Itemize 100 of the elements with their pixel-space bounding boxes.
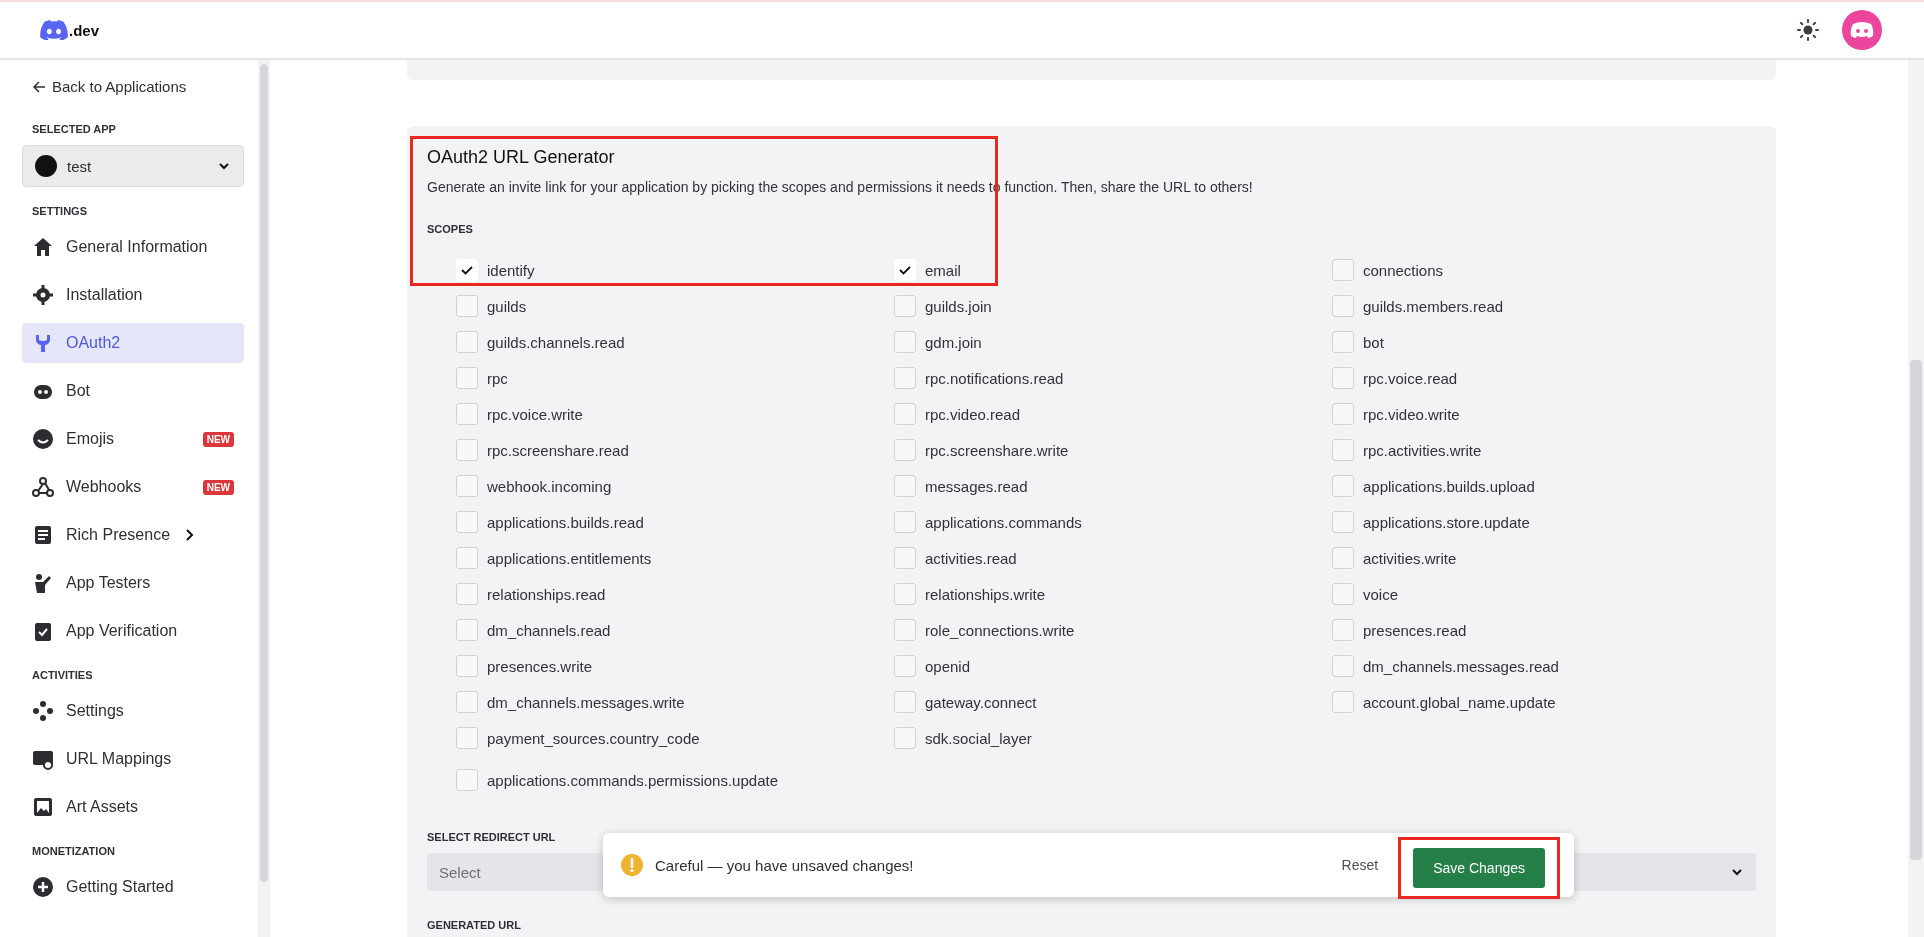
checkbox[interactable] (894, 439, 916, 461)
checkbox-label: rpc (487, 369, 508, 387)
checkbox[interactable] (894, 655, 916, 677)
checkbox[interactable] (456, 295, 478, 317)
checkbox[interactable] (456, 475, 478, 497)
checkbox-label: payment_sources.country_code (487, 729, 700, 747)
checkbox[interactable] (1332, 619, 1354, 641)
checkbox-label: applications.commands.permissions.update (487, 771, 778, 789)
nav-item[interactable]: Rich Presence (22, 515, 244, 555)
checkbox[interactable] (894, 691, 916, 713)
checkbox[interactable] (1332, 403, 1354, 425)
checkbox-label: dm_channels.messages.read (1363, 657, 1559, 675)
checkbox-label: activities.read (925, 549, 1017, 567)
gamepad-icon (32, 700, 54, 722)
nav-item[interactable]: App Testers (22, 563, 244, 603)
nav-item[interactable]: Settings (22, 691, 244, 731)
checkbox-label: bot (1363, 333, 1384, 351)
nav-item[interactable]: URL Mappings (22, 739, 244, 779)
checkbox-label: role_connections.write (925, 621, 1075, 639)
checkbox[interactable] (456, 367, 478, 389)
nav-item[interactable]: Webhooks NEW (22, 467, 244, 507)
checkbox-label: presences.write (487, 657, 593, 675)
checkbox[interactable] (894, 619, 916, 641)
scrollbar-thumb[interactable] (260, 64, 268, 882)
checkbox[interactable] (894, 403, 916, 425)
checkbox-label: dm_channels.read (487, 621, 611, 639)
checkbox[interactable] (456, 403, 478, 425)
checkbox[interactable] (894, 727, 916, 749)
reset-link[interactable]: Reset (1341, 857, 1379, 873)
nav-item[interactable]: Getting Started (22, 867, 244, 907)
nav-item[interactable]: App Verification (22, 611, 244, 651)
checkbox[interactable] (456, 583, 478, 605)
checkbox[interactable] (456, 331, 478, 353)
checkbox[interactable] (894, 547, 916, 569)
checkbox-label: identify (487, 261, 535, 279)
checkbox[interactable] (1332, 439, 1354, 461)
checkbox[interactable] (1332, 583, 1354, 605)
nav-item[interactable]: OAuth2 (22, 323, 244, 363)
nav-item[interactable]: General Information (22, 227, 244, 267)
checkbox[interactable] (894, 511, 916, 533)
warning-message: Careful — you have unsaved changes! (655, 856, 915, 874)
section-label: MONETIZATION (32, 845, 116, 857)
checkbox[interactable] (456, 439, 478, 461)
checkbox-label: applications.entitlements (487, 549, 652, 567)
checkbox[interactable] (456, 619, 478, 641)
logo[interactable]: .dev (40, 20, 99, 40)
checkbox[interactable] (456, 727, 478, 749)
avatar-icon[interactable] (1842, 10, 1882, 50)
checkbox[interactable] (456, 547, 478, 569)
checkbox[interactable] (1332, 691, 1354, 713)
section-title: OAuth2 URL Generator (427, 147, 616, 168)
nav-item[interactable]: Art Assets (22, 787, 244, 827)
checkbox[interactable] (1332, 259, 1354, 281)
checkbox-label: rpc.screenshare.write (925, 441, 1069, 459)
nav-item[interactable]: Bot (22, 371, 244, 411)
checkbox[interactable] (1332, 547, 1354, 569)
checkbox-label: applications.builds.read (487, 513, 644, 531)
checkbox[interactable] (1332, 475, 1354, 497)
checkbox-label: email (925, 261, 961, 279)
checkbox-label: rpc.voice.write (487, 405, 583, 423)
save-changes-button[interactable]: Save Changes (1413, 848, 1545, 888)
checkbox[interactable] (1332, 295, 1354, 317)
new-badge: NEW (202, 479, 234, 495)
field-label: GENERATED URL (427, 919, 522, 931)
checkbox-label: rpc.notifications.read (925, 369, 1064, 387)
scrollbar-thumb[interactable] (1910, 360, 1922, 860)
checkbox-label: messages.read (925, 477, 1028, 495)
field-label: SCOPES (427, 223, 474, 235)
checkbox-label: sdk.social_layer (925, 729, 1032, 747)
back-link[interactable]: Back to Applications (22, 74, 244, 105)
checkbox[interactable] (894, 331, 916, 353)
sun-icon[interactable] (1796, 18, 1820, 42)
checkbox-label: voice (1363, 585, 1399, 603)
warning-icon (621, 854, 643, 876)
checkbox-label: gdm.join (925, 333, 982, 351)
person-icon (32, 572, 54, 594)
checkbox[interactable] (894, 475, 916, 497)
field-label: SELECT REDIRECT URL (427, 831, 557, 843)
picture-icon (32, 796, 54, 818)
checkbox[interactable] (1332, 511, 1354, 533)
checkbox[interactable] (1332, 655, 1354, 677)
checkbox[interactable] (894, 295, 916, 317)
nav-item[interactable]: Installation (22, 275, 244, 315)
checkbox[interactable] (894, 367, 916, 389)
logo-text: .dev (69, 21, 99, 39)
app-select[interactable]: test (22, 145, 244, 187)
smiley-icon (32, 428, 54, 450)
checkbox[interactable] (456, 769, 478, 791)
checkbox-label: applications.builds.upload (1363, 477, 1535, 495)
checkbox-label: dm_channels.messages.write (487, 693, 685, 711)
checkbox[interactable] (456, 655, 478, 677)
checkbox[interactable] (894, 583, 916, 605)
link-window-icon (32, 748, 54, 770)
checkbox[interactable] (1332, 367, 1354, 389)
checkbox[interactable] (456, 691, 478, 713)
nav-item[interactable]: Emojis NEW (22, 419, 244, 459)
checkbox-label: rpc.voice.read (1363, 369, 1458, 387)
checkbox[interactable] (456, 511, 478, 533)
checkbox[interactable] (1332, 331, 1354, 353)
checkmark-icon (460, 263, 474, 277)
